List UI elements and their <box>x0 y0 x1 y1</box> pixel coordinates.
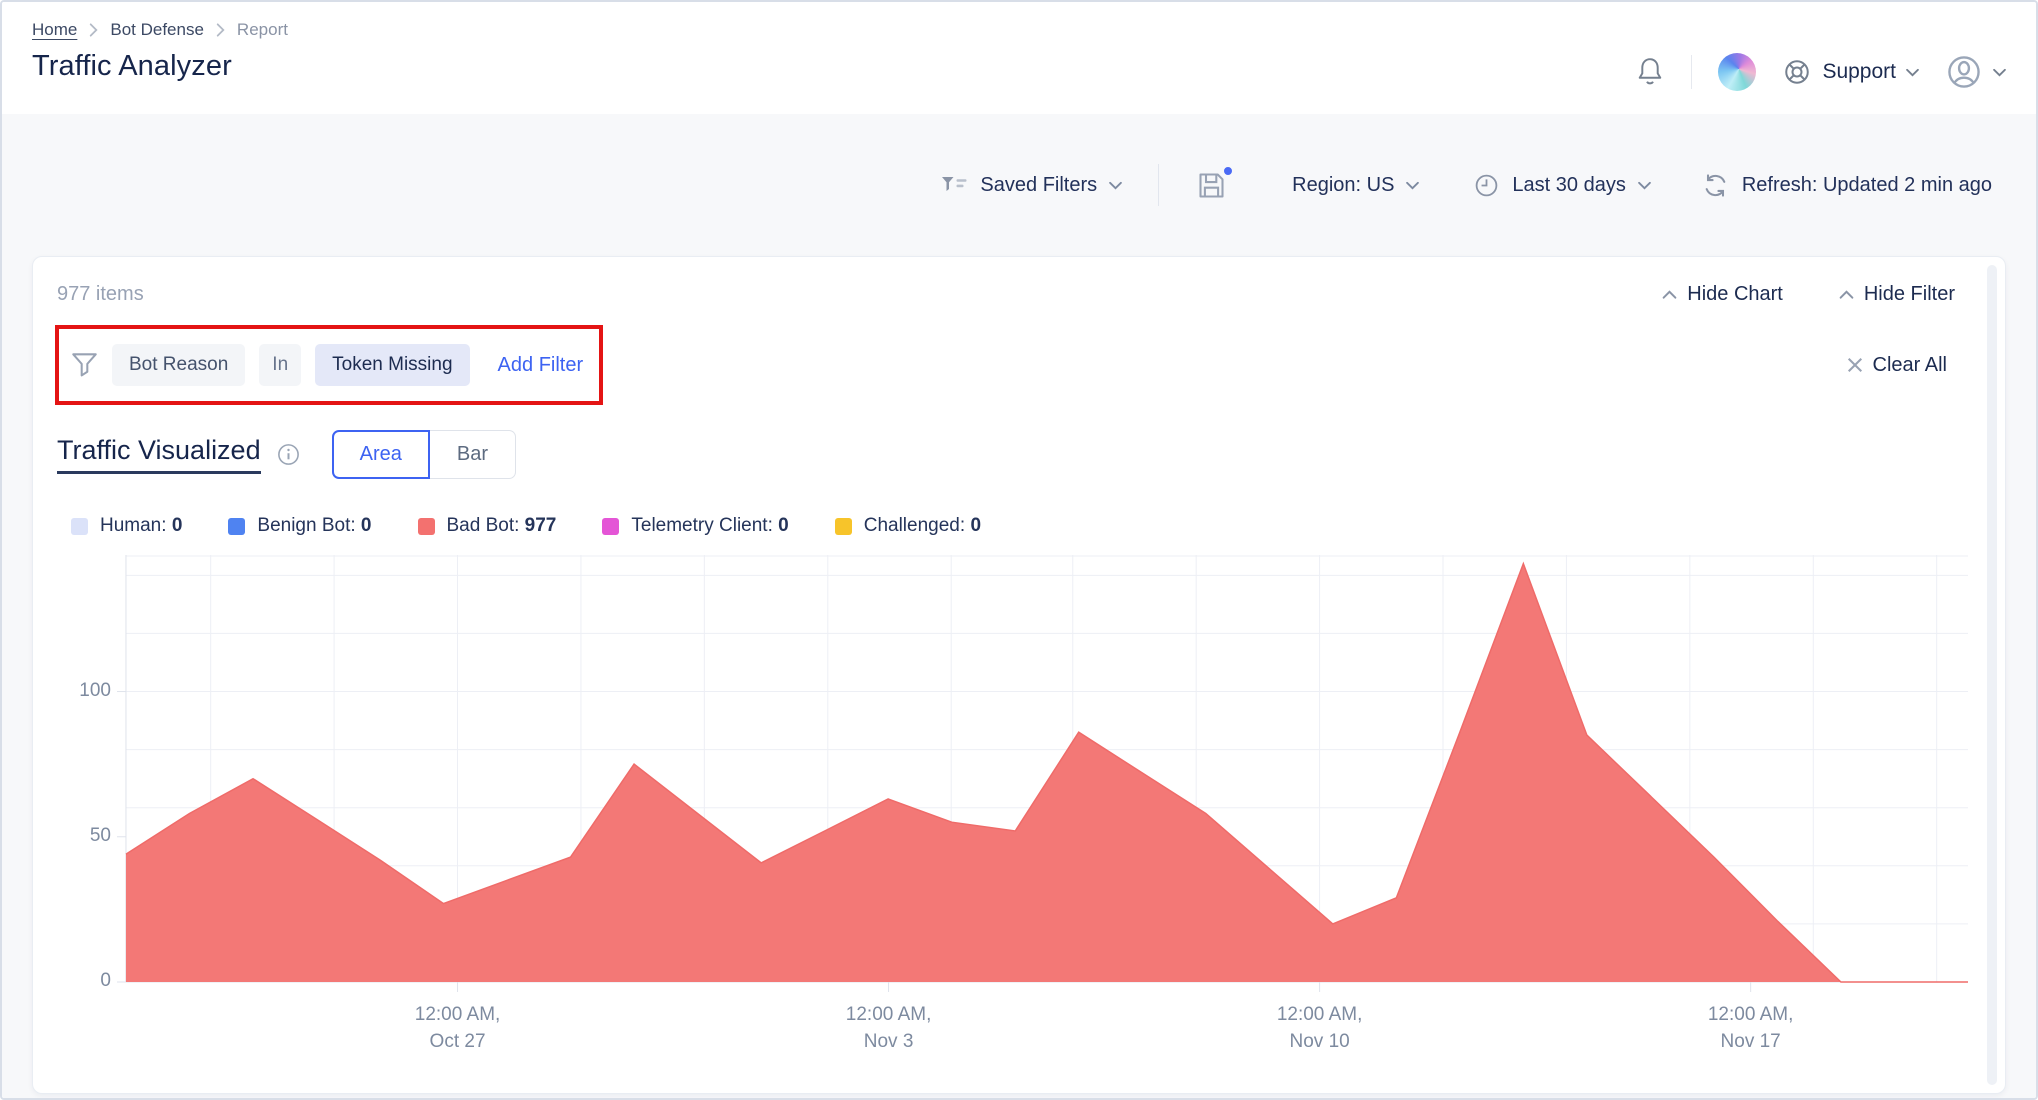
add-filter-button[interactable]: Add Filter <box>498 354 584 377</box>
chevron-down-icon <box>1906 68 1919 77</box>
legend-label: Telemetry Client: 0 <box>631 515 788 537</box>
close-x-icon <box>1847 357 1863 373</box>
chart-filter-toggles: Hide Chart Hide Filter <box>1662 283 1955 306</box>
header-actions: Support <box>1635 20 2006 114</box>
chevron-down-icon <box>1993 68 2006 77</box>
workspace-avatar[interactable] <box>1718 53 1756 91</box>
x-axis-tick-label: 12:00 AM,Nov 3 <box>846 1002 932 1055</box>
legend-swatch <box>418 518 435 535</box>
items-count: 977 items <box>57 283 144 306</box>
legend-swatch <box>602 518 619 535</box>
funnel-filter-icon <box>71 352 98 378</box>
breadcrumb-section[interactable]: Bot Defense <box>110 20 204 40</box>
toolbar-divider <box>1158 164 1159 206</box>
section-title[interactable]: Traffic Visualized <box>57 435 261 474</box>
filter-list-icon <box>941 176 968 195</box>
time-range-label: Last 30 days <box>1512 174 1625 197</box>
region-dropdown[interactable]: Region: US <box>1292 174 1419 197</box>
time-range-dropdown[interactable]: Last 30 days <box>1473 172 1650 199</box>
report-toolbar: Saved Filters Region: US Las <box>2 114 2036 256</box>
legend-item[interactable]: Challenged: 0 <box>835 515 981 537</box>
x-axis-tick-label: 12:00 AM,Nov 17 <box>1708 1002 1794 1055</box>
legend-item[interactable]: Bad Bot: 977 <box>418 515 557 537</box>
notifications-bell-icon[interactable] <box>1635 56 1665 89</box>
x-axis-tick-label: 12:00 AM,Nov 10 <box>1277 1002 1363 1055</box>
breadcrumb-home-link[interactable]: Home <box>32 20 77 40</box>
traffic-area-chart: 0 50 100 12:00 AM,Oct 27 12:00 AM,Nov 3 12:0… <box>57 555 1981 1055</box>
x-axis-tick-label: 12:00 AM,Oct 27 <box>415 1002 501 1055</box>
saved-filters-label: Saved Filters <box>980 174 1097 197</box>
save-filter-button[interactable] <box>1195 169 1228 202</box>
hide-filter-toggle[interactable]: Hide Filter <box>1839 283 1955 306</box>
legend-swatch <box>71 518 88 535</box>
chart-type-switcher: Area Bar <box>332 430 516 479</box>
chevron-up-icon <box>1839 290 1854 300</box>
region-label: Region: US <box>1292 174 1394 197</box>
legend-swatch <box>835 518 852 535</box>
filter-bar: Bot Reason In Token Missing Add Filter C… <box>57 334 1981 396</box>
refresh-icon <box>1701 171 1730 200</box>
unsaved-changes-dot <box>1222 165 1234 177</box>
chevron-down-icon <box>1109 181 1122 190</box>
legend-label: Challenged: 0 <box>864 515 981 537</box>
view-area-button[interactable]: Area <box>332 430 430 479</box>
y-axis-tick-label: 50 <box>57 825 111 847</box>
app-window: Home Bot Defense Report Traffic Analyzer <box>0 0 2038 1100</box>
clear-all-label: Clear All <box>1873 354 1947 377</box>
chevron-up-icon <box>1662 290 1677 300</box>
active-filter-group: Bot Reason In Token Missing Add Filter <box>71 334 583 396</box>
top-header: Home Bot Defense Report Traffic Analyzer <box>2 2 2036 114</box>
card-header-row: 977 items Hide Chart Hide Filter <box>57 283 1981 306</box>
refresh-button[interactable]: Refresh: Updated 2 min ago <box>1701 171 1992 200</box>
chevron-right-icon <box>89 23 98 37</box>
view-bar-button[interactable]: Bar <box>430 430 516 479</box>
report-card: 977 items Hide Chart Hide Filter <box>32 256 2006 1094</box>
clear-all-button[interactable]: Clear All <box>1847 354 1947 377</box>
legend-label: Bad Bot: 977 <box>447 515 557 537</box>
area-chart-canvas[interactable] <box>116 555 1968 1001</box>
chevron-down-icon <box>1638 181 1651 190</box>
chart-section-header: Traffic Visualized Area Bar <box>57 430 1981 479</box>
hide-chart-label: Hide Chart <box>1687 283 1783 306</box>
user-avatar-icon <box>1945 53 1983 91</box>
breadcrumb-current: Report <box>237 20 288 40</box>
clock-icon <box>1473 172 1500 199</box>
chevron-right-icon <box>216 23 225 37</box>
breadcrumb: Home Bot Defense Report <box>32 20 288 40</box>
header-divider <box>1691 55 1692 89</box>
y-axis-tick-label: 0 <box>57 970 111 992</box>
filter-field-chip[interactable]: Bot Reason <box>112 344 245 386</box>
legend-label: Benign Bot: 0 <box>257 515 371 537</box>
y-axis-tick-label: 100 <box>57 680 111 702</box>
legend-swatch <box>228 518 245 535</box>
chart-legend: Human: 0 Benign Bot: 0 Bad Bot: 977 Telemet… <box>57 515 1981 537</box>
hide-chart-toggle[interactable]: Hide Chart <box>1662 283 1783 306</box>
support-label: Support <box>1822 60 1896 84</box>
filter-operator-chip[interactable]: In <box>259 344 301 386</box>
chevron-down-icon <box>1406 181 1419 190</box>
page-title: Traffic Analyzer <box>32 50 288 83</box>
legend-item[interactable]: Human: 0 <box>71 515 182 537</box>
hide-filter-label: Hide Filter <box>1864 283 1955 306</box>
support-menu[interactable]: Support <box>1782 57 1919 87</box>
refresh-status-label: Refresh: Updated 2 min ago <box>1742 174 1992 197</box>
lifebuoy-icon <box>1782 57 1812 87</box>
info-icon[interactable] <box>277 443 300 466</box>
header-left: Home Bot Defense Report Traffic Analyzer <box>32 20 288 114</box>
legend-item[interactable]: Telemetry Client: 0 <box>602 515 788 537</box>
user-account-menu[interactable] <box>1945 53 2006 91</box>
page-body: Saved Filters Region: US Las <box>2 114 2036 1100</box>
saved-filters-dropdown[interactable]: Saved Filters <box>941 174 1122 197</box>
filter-value-chip[interactable]: Token Missing <box>315 344 469 386</box>
legend-label: Human: 0 <box>100 515 182 537</box>
scrollbar[interactable] <box>1987 265 1997 1085</box>
legend-item[interactable]: Benign Bot: 0 <box>228 515 371 537</box>
